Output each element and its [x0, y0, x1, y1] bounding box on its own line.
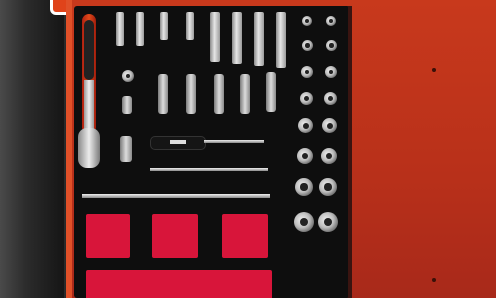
- socket: [326, 16, 336, 26]
- tool-drawer-photo: [0, 0, 496, 298]
- socket: [298, 118, 313, 133]
- universal-joint: [240, 74, 250, 114]
- screwdriver-label: [170, 140, 186, 144]
- empty-slot: [86, 214, 130, 258]
- screwdriver-shaft: [204, 140, 264, 143]
- empty-slot: [152, 214, 198, 258]
- socket: [302, 40, 313, 51]
- empty-slot: [222, 214, 268, 258]
- rivet: [432, 68, 436, 72]
- empty-slot: [86, 270, 272, 298]
- extension-bar: [82, 194, 270, 198]
- socket: [301, 66, 313, 78]
- universal-joint: [214, 74, 224, 114]
- bit: [136, 12, 144, 46]
- socket: [319, 178, 337, 196]
- socket: [302, 16, 312, 26]
- long-socket: [210, 12, 220, 62]
- socket: [324, 92, 337, 105]
- foam-edge: [348, 6, 352, 298]
- universal-joint: [266, 72, 276, 112]
- socket: [122, 70, 134, 82]
- bit: [116, 12, 124, 46]
- bit: [186, 12, 194, 40]
- drawer-edge: [66, 0, 72, 298]
- socket: [295, 178, 313, 196]
- ratchet-head: [78, 128, 100, 168]
- long-socket: [232, 12, 242, 64]
- socket: [321, 148, 337, 164]
- socket: [325, 66, 337, 78]
- universal-joint: [120, 136, 132, 162]
- socket: [297, 148, 313, 164]
- socket: [326, 40, 337, 51]
- universal-joint: [186, 74, 196, 114]
- rivet: [432, 278, 436, 282]
- universal-joint: [122, 96, 132, 114]
- ratchet-neck: [84, 80, 94, 132]
- socket: [294, 212, 314, 232]
- bit: [160, 12, 168, 40]
- socket: [322, 118, 337, 133]
- long-socket: [276, 12, 286, 68]
- ratchet-grip: [84, 20, 94, 80]
- long-socket: [254, 12, 264, 66]
- socket: [318, 212, 338, 232]
- side-panel: [0, 0, 64, 298]
- socket: [300, 92, 313, 105]
- universal-joint: [158, 74, 168, 114]
- extension-bar: [150, 168, 268, 171]
